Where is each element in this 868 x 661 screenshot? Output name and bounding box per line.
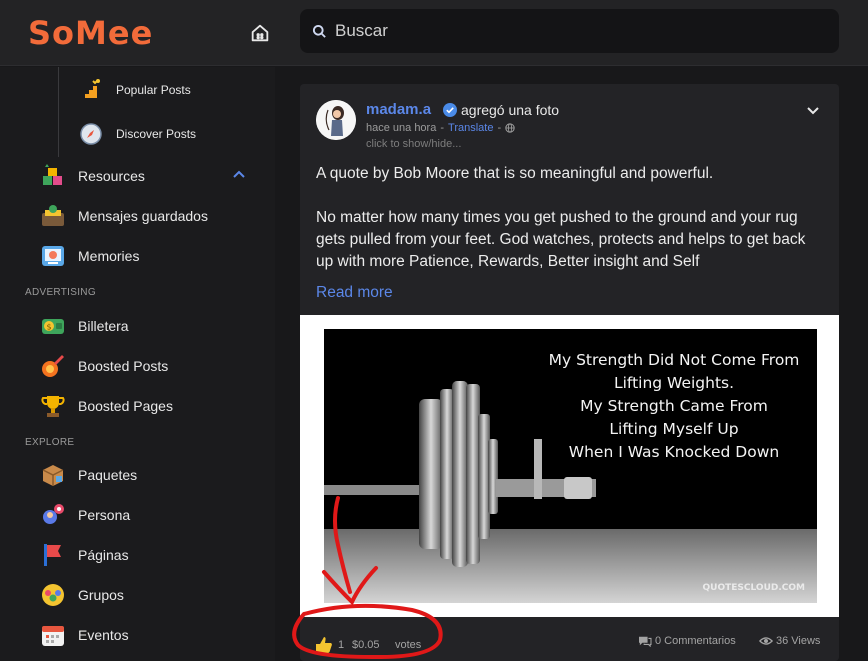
package-icon — [40, 462, 66, 488]
post-meta: hace una hora - Translate - — [366, 122, 515, 134]
comments-link[interactable]: 0 Commentarios — [638, 635, 736, 647]
sidebar-item-label: Billetera — [78, 318, 129, 334]
sidebar-item-discover-posts[interactable]: Discover Posts — [78, 121, 196, 147]
like-button[interactable]: 1 — [314, 635, 344, 655]
rocket-icon — [40, 353, 66, 379]
section-label-advertising: ADVERTISING — [25, 287, 96, 298]
post-image-frame[interactable]: My Strength Did Not Come From Lifting We… — [300, 315, 839, 617]
sidebar-item-label: Eventos — [78, 627, 129, 643]
section-label-explore: EXPLORE — [25, 437, 75, 448]
sidebar-item-popular-posts[interactable]: Popular Posts — [78, 77, 191, 103]
sidebar-item-label: Paquetes — [78, 467, 138, 483]
top-bar: SoMee — [0, 0, 868, 66]
popular-posts-icon — [78, 77, 104, 103]
like-count: 1 — [338, 639, 345, 651]
votes-label[interactable]: votes — [395, 639, 421, 651]
read-more-link[interactable]: Read more — [316, 284, 393, 302]
post-image: My Strength Did Not Come From Lifting We… — [324, 329, 817, 603]
sidebar-item-events[interactable]: Eventos — [40, 622, 129, 648]
quote-line: Lifting Weights. — [613, 374, 735, 392]
flag-icon — [40, 542, 66, 568]
sidebar-item-persona[interactable]: Persona — [40, 502, 130, 528]
quote-line: Lifting Myself Up — [609, 420, 739, 438]
post-card: madam.a agregó una foto hace una hora - … — [300, 84, 839, 661]
search-icon — [312, 24, 326, 38]
quote-line: My Strength Came From — [580, 397, 768, 415]
groups-icon — [40, 582, 66, 608]
sidebar-item-saved-messages[interactable]: Mensajes guardados — [40, 203, 208, 229]
chevron-down-icon[interactable] — [806, 106, 820, 116]
sidebar-item-boosted-pages[interactable]: Boosted Pages — [40, 393, 173, 419]
translate-link[interactable]: Translate — [448, 122, 493, 134]
sidebar-item-packages[interactable]: Paquetes — [40, 462, 137, 488]
comments-count: 0 Commentarios — [655, 635, 736, 647]
vote-amount: $0.05 — [352, 639, 380, 651]
sidebar-item-label: Mensajes guardados — [78, 208, 208, 224]
image-watermark: QUOTESCLOUD.COM — [702, 583, 805, 593]
post-footer: 1 $0.05 votes 0 Commentarios 36 Views — [300, 629, 839, 661]
sidebar-item-label: Grupos — [78, 587, 124, 603]
quote-line: My Strength Did Not Come From — [548, 351, 800, 369]
eye-icon — [759, 637, 773, 645]
search-bar[interactable] — [300, 9, 839, 53]
wallet-icon: $ — [40, 313, 66, 339]
image-quote-text: My Strength Did Not Come From Lifting We… — [534, 349, 814, 464]
search-input[interactable] — [335, 21, 815, 41]
comment-icon — [639, 636, 652, 647]
home-button[interactable] — [246, 19, 274, 47]
avatar[interactable] — [316, 100, 356, 140]
calendar-icon — [40, 622, 66, 648]
sidebar-item-pages[interactable]: Páginas — [40, 542, 129, 568]
sidebar-item-label: Persona — [78, 507, 131, 523]
thumbs-up-icon — [316, 637, 332, 653]
avatar-illustration — [316, 100, 356, 140]
sidebar: Popular Posts Discover Posts Resources M… — [0, 67, 275, 661]
quote-line: When I Was Knocked Down — [568, 443, 780, 461]
post-time[interactable]: hace una hora — [366, 122, 436, 134]
sidebar-item-resources[interactable]: Resources — [40, 163, 145, 189]
sidebar-item-boosted-posts[interactable]: Boosted Posts — [40, 353, 168, 379]
verified-badge-icon — [443, 103, 457, 117]
sidebar-item-label: Páginas — [78, 547, 129, 563]
post-text-paragraph: A quote by Bob Moore that is so meaningf… — [316, 165, 714, 182]
saved-messages-icon — [40, 203, 66, 229]
sidebar-item-label: Boosted Posts — [78, 358, 169, 374]
persona-icon — [40, 502, 66, 528]
sidebar-item-wallet[interactable]: $ Billetera — [40, 313, 129, 339]
memories-icon — [40, 243, 66, 269]
sidebar-item-label: Resources — [78, 168, 145, 184]
post-text-paragraph: No matter how many times you get pushed … — [316, 209, 806, 270]
trophy-icon — [40, 393, 66, 419]
compass-icon — [78, 121, 104, 147]
meta-separator: - — [497, 122, 502, 134]
somee-logo[interactable]: SoMee — [28, 14, 153, 52]
meta-separator: - — [440, 122, 445, 134]
submenu-line — [58, 67, 59, 157]
views-count: 36 Views — [776, 635, 821, 647]
sidebar-item-label: Popular Posts — [116, 83, 191, 97]
show-hide-link[interactable]: click to show/hide... — [366, 138, 461, 150]
globe-icon — [505, 123, 515, 133]
sidebar-item-label: Memories — [78, 248, 140, 264]
views-indicator: 36 Views — [759, 635, 820, 647]
post-author[interactable]: madam.a — [366, 101, 431, 118]
svg-text:$: $ — [47, 323, 52, 332]
post-action-text: agregó una foto — [461, 102, 560, 118]
chevron-up-icon[interactable] — [232, 169, 246, 179]
resources-icon — [40, 163, 66, 189]
sidebar-item-label: Boosted Pages — [78, 398, 173, 414]
sidebar-item-groups[interactable]: Grupos — [40, 582, 124, 608]
sidebar-item-memories[interactable]: Memories — [40, 243, 139, 269]
home-icon — [251, 24, 269, 42]
sidebar-item-label: Discover Posts — [116, 127, 197, 141]
